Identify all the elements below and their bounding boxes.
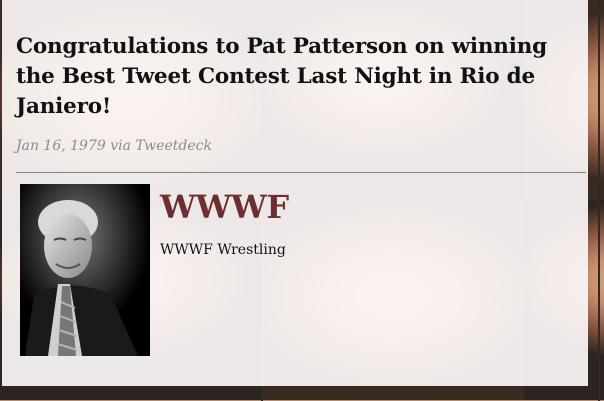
author-description: WWWF Wrestling [160, 242, 286, 258]
tweet-card: Congratulations to Pat Patterson on winn… [2, 0, 588, 386]
author-name[interactable]: WWWF [160, 188, 289, 226]
tweet-meta: Jan 16, 1979 via Tweetdeck [16, 138, 212, 154]
author-avatar[interactable] [20, 184, 150, 356]
background-seam [598, 0, 600, 401]
divider [16, 172, 586, 173]
tweet-text: Congratulations to Pat Patterson on winn… [16, 34, 547, 119]
portrait-photo-icon [20, 184, 150, 356]
